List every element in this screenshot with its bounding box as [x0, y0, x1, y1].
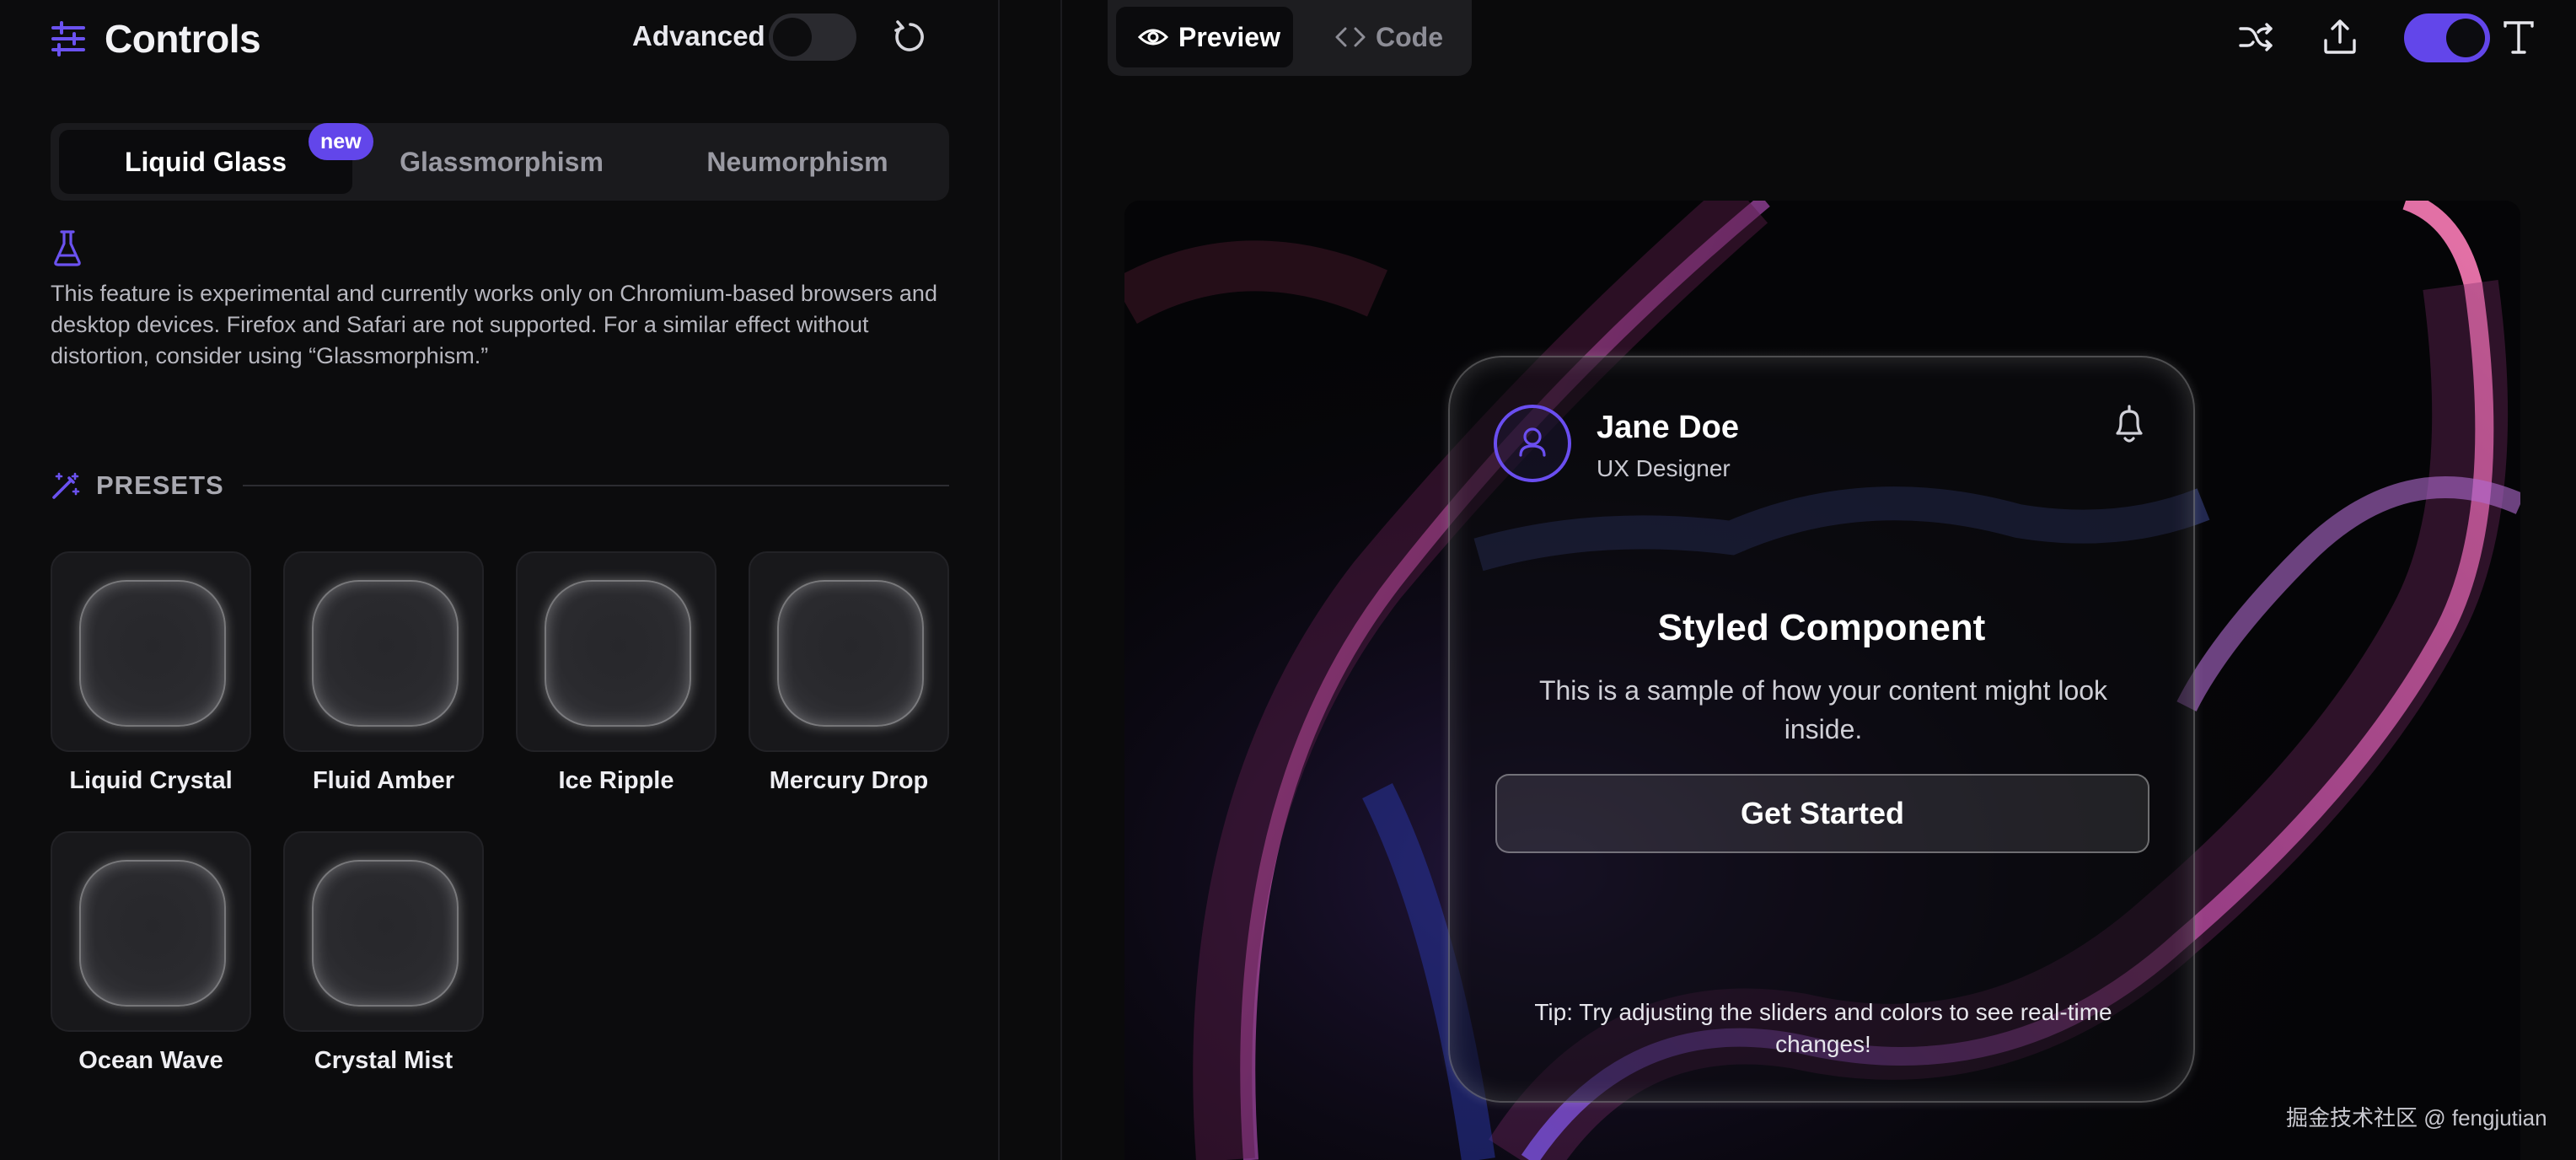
preset-thumbnail: [749, 551, 949, 752]
tab-label: Glassmorphism: [400, 146, 604, 177]
eye-icon: [1138, 29, 1168, 46]
preset-ice-ripple[interactable]: Ice Ripple: [516, 551, 716, 795]
experimental-note: This feature is experimental and current…: [51, 281, 937, 368]
tip-text: Tip: Try adjusting the sliders and color…: [1534, 999, 2112, 1057]
preset-preview-shape: [312, 860, 459, 1007]
tab-label: Liquid Glass: [124, 146, 287, 177]
preset-crystal-mist[interactable]: Crystal Mist: [283, 831, 484, 1075]
controls-title: Controls: [105, 17, 261, 61]
magic-wand-icon: [52, 472, 80, 499]
preset-name: Ice Ripple: [558, 767, 674, 794]
preset-preview-shape: [79, 860, 226, 1007]
user-icon: [1519, 427, 1546, 457]
preset-preview-shape: [79, 580, 226, 727]
tab-glassmorphism[interactable]: Glassmorphism: [362, 130, 641, 194]
tab-label: Neumorphism: [706, 146, 888, 177]
preset-liquid-crystal[interactable]: Liquid Crystal: [51, 551, 251, 795]
preset-thumbnail: [51, 831, 251, 1032]
theme-toggle[interactable]: [2404, 13, 2490, 62]
tab-neumorphism[interactable]: Neumorphism: [654, 130, 941, 194]
preview-label: Preview: [1178, 21, 1280, 52]
preset-thumbnail: [516, 551, 716, 752]
text-icon[interactable]: [2500, 19, 2537, 56]
preset-preview-shape: [312, 580, 459, 727]
profile-card: Jane Doe UX Designer Styled Component Th…: [1448, 356, 2195, 1103]
preset-fluid-amber[interactable]: Fluid Amber: [283, 551, 484, 795]
presets-header: PRESETS: [51, 467, 949, 504]
presets-label: PRESETS: [96, 470, 224, 500]
preset-thumbnail: [51, 551, 251, 752]
flask-icon: [54, 230, 81, 266]
panel-divider[interactable]: [1000, 0, 1062, 1160]
bell-icon[interactable]: [2109, 401, 2149, 448]
divider: [242, 485, 949, 486]
view-toggle: Preview Code: [1108, 0, 1472, 76]
card-description: This is a sample of how your content mig…: [1538, 675, 2108, 744]
reset-icon[interactable]: [890, 17, 931, 57]
preset-preview-shape: [545, 580, 691, 727]
export-icon[interactable]: [2320, 17, 2360, 57]
controls-panel: Controls Advanced Liquid Glass new Glass…: [0, 0, 1000, 1160]
preview-tab[interactable]: Preview: [1116, 7, 1293, 67]
preset-thumbnail: [283, 831, 484, 1032]
preset-thumbnail: [283, 551, 484, 752]
preset-preview-shape: [777, 580, 924, 727]
style-tabs: Liquid Glass new Glassmorphism Neumorphi…: [51, 123, 949, 201]
card-title: Styled Component: [1657, 607, 1986, 648]
shuffle-icon[interactable]: [2235, 17, 2276, 57]
toggle-knob: [773, 18, 812, 56]
toggle-knob: [2446, 19, 2485, 57]
sliders-icon: [51, 21, 85, 56]
tab-liquid-glass[interactable]: Liquid Glass new: [59, 123, 373, 194]
code-icon: [1335, 27, 1366, 47]
advanced-toggle[interactable]: [769, 13, 856, 61]
preset-ocean-wave[interactable]: Ocean Wave: [51, 831, 251, 1075]
get-started-button[interactable]: Get Started: [1495, 774, 2149, 853]
user-name: Jane Doe: [1597, 410, 1739, 445]
preset-name: Ocean Wave: [78, 1047, 223, 1074]
preset-name: Crystal Mist: [314, 1047, 453, 1074]
user-role: UX Designer: [1597, 455, 1731, 481]
avatar: [1494, 405, 1571, 482]
preset-name: Fluid Amber: [312, 767, 455, 794]
code-tab[interactable]: Code: [1335, 7, 1443, 67]
preview-canvas: Jane Doe UX Designer Styled Component Th…: [1124, 201, 2520, 1160]
preset-name: Liquid Crystal: [69, 767, 233, 794]
watermark: 掘金技术社区 @ fengjutian: [2286, 1105, 2547, 1130]
advanced-label: Advanced: [632, 20, 765, 51]
controls-header: Controls: [51, 12, 261, 66]
preset-mercury-drop[interactable]: Mercury Drop: [749, 551, 949, 795]
code-label: Code: [1376, 21, 1443, 52]
preset-name: Mercury Drop: [769, 767, 929, 794]
